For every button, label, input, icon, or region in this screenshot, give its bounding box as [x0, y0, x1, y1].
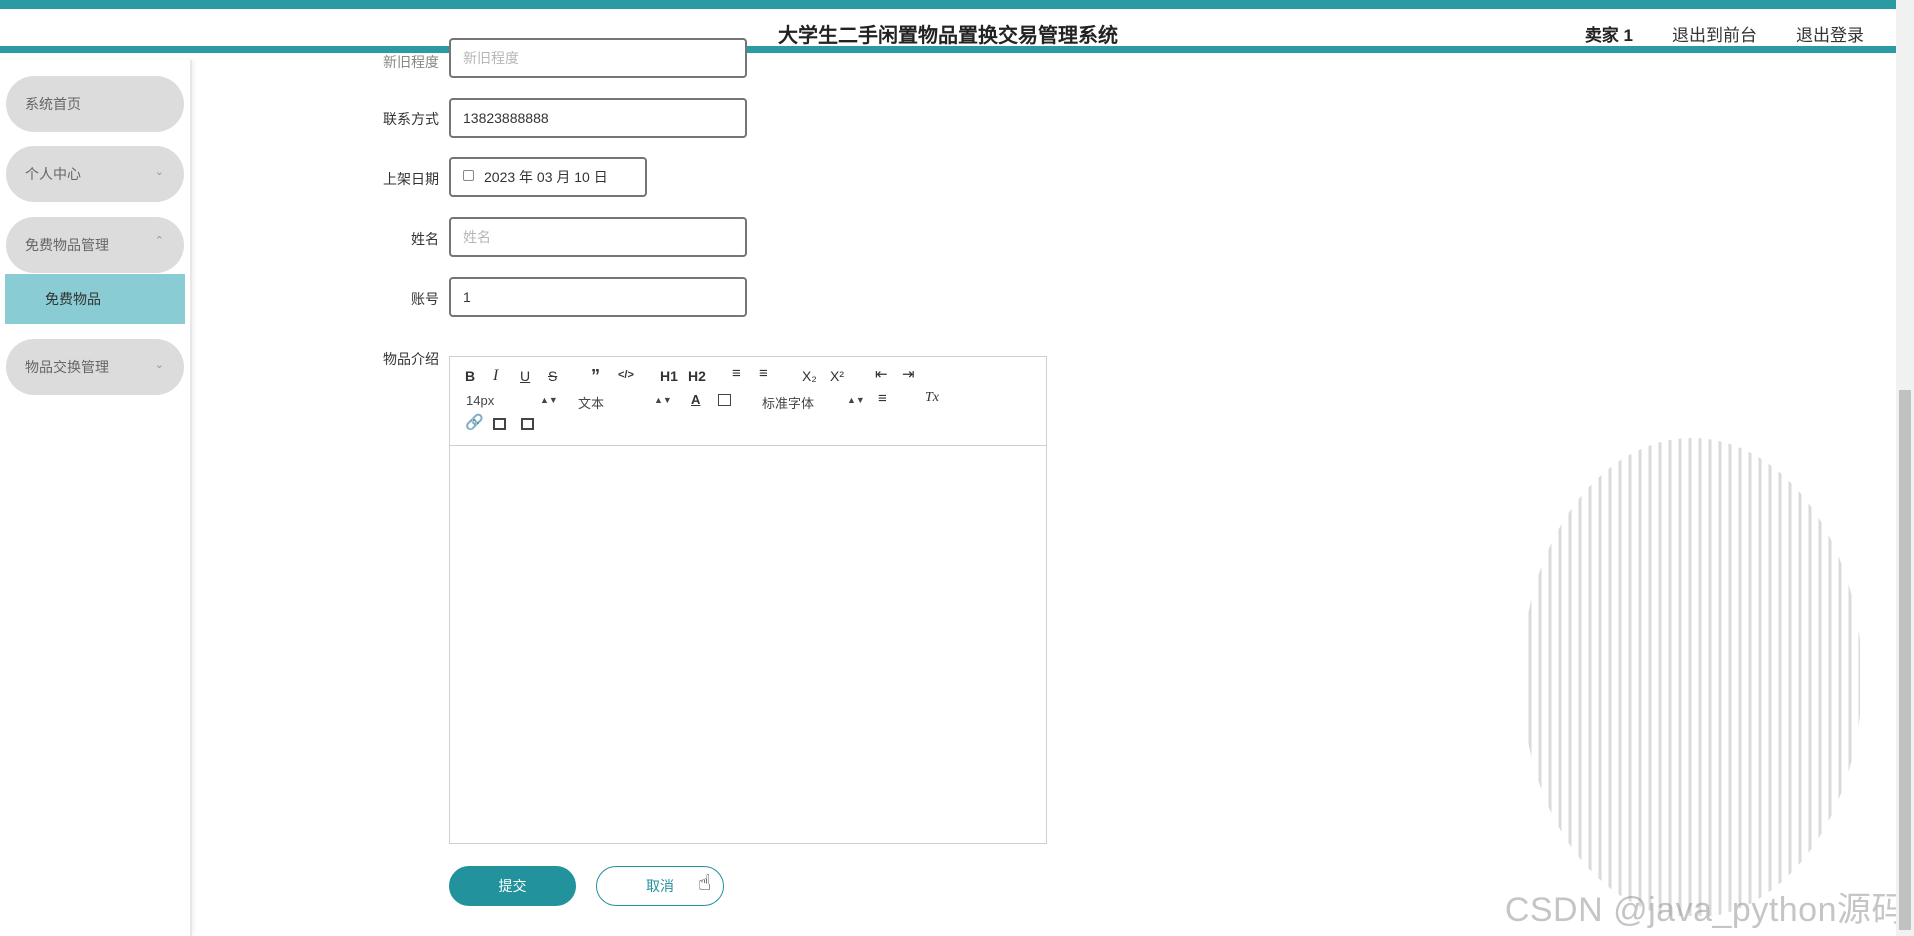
superscript-button[interactable]: X²	[830, 368, 844, 384]
editor-content-area[interactable]	[450, 446, 1046, 844]
outdent-icon[interactable]: ⇤	[875, 365, 888, 383]
sidebar-item-personal-center[interactable]: 个人中心 ⌄	[6, 146, 184, 202]
text-style-value: 文本	[578, 396, 605, 411]
watermark: CSDN @java_python源码	[1504, 891, 1906, 929]
submit-button[interactable]: 提交	[449, 866, 576, 906]
ordered-list-icon[interactable]: ≡	[732, 365, 741, 382]
editor-toolbar: B I U S ” </> H1 H2 ≡ ≡ X₂ X² ⇤ ⇥ 14px ▲…	[450, 357, 1046, 446]
strike-button[interactable]: S	[548, 368, 557, 384]
select-arrow-icon: ▲▼	[540, 395, 558, 405]
italic-button[interactable]: I	[493, 367, 498, 385]
name-input[interactable]: 姓名	[449, 217, 747, 257]
sidebar-item-exchange-management[interactable]: 物品交换管理 ⌄	[6, 339, 184, 395]
listing-date-value: 2023 年 03 月 10 日	[484, 169, 608, 185]
listing-date-input[interactable]: 2023 年 03 月 10 日	[449, 157, 647, 197]
link-icon[interactable]: 🔗	[465, 413, 484, 431]
code-block-button[interactable]: </>	[618, 369, 634, 381]
blockquote-button[interactable]: ”	[591, 366, 600, 387]
sidebar-item-label: 物品交换管理	[25, 359, 109, 375]
heading2-button[interactable]: H2	[688, 368, 706, 384]
image-icon[interactable]	[493, 418, 506, 430]
font-size-value: 14px	[466, 393, 495, 408]
listing-date-label: 上架日期	[383, 171, 439, 187]
sidebar-item-label: 免费物品管理	[25, 237, 109, 253]
font-color-icon[interactable]: A	[691, 392, 700, 407]
clear-format-button[interactable]: Tx	[925, 390, 939, 406]
header-overlap	[0, 0, 1896, 60]
select-arrow-icon: ▲▼	[847, 395, 865, 405]
sidebar-item-label: 个人中心	[25, 166, 81, 182]
chevron-down-icon: ⌄	[154, 359, 164, 371]
video-icon[interactable]	[521, 418, 534, 430]
sidebar-item-free-goods-management[interactable]: 免费物品管理 ⌃	[6, 217, 184, 273]
account-label: 账号	[411, 291, 439, 307]
description-editor: B I U S ” </> H1 H2 ≡ ≡ X₂ X² ⇤ ⇥ 14px ▲…	[449, 356, 1047, 844]
text-style-select[interactable]: 文本 ▲▼	[578, 393, 672, 412]
contact-input[interactable]: 13823888888	[449, 98, 747, 138]
bullet-list-icon[interactable]: ≡	[759, 365, 768, 382]
bold-button[interactable]: B	[465, 368, 475, 384]
font-family-value: 标准字体	[762, 396, 815, 411]
name-label: 姓名	[411, 231, 439, 247]
account-input[interactable]: 1	[449, 277, 747, 317]
sidebar-item-label: 免费物品	[45, 291, 101, 307]
font-size-select[interactable]: 14px ▲▼	[466, 393, 558, 408]
hand-cursor-icon: ☝	[698, 870, 712, 895]
scrollbar-thumb[interactable]	[1899, 390, 1911, 930]
background-color-icon[interactable]	[718, 394, 731, 406]
chevron-up-icon: ⌃	[154, 235, 164, 247]
select-arrow-icon: ▲▼	[654, 395, 672, 405]
align-icon[interactable]: ≡	[878, 390, 887, 407]
calendar-icon	[463, 169, 474, 181]
underline-button[interactable]: U	[520, 368, 530, 384]
subscript-button[interactable]: X₂	[802, 368, 817, 384]
sidebar-item-home[interactable]: 系统首页	[6, 76, 184, 132]
page-scrollbar[interactable]	[1896, 0, 1914, 936]
heading1-button[interactable]: H1	[660, 368, 678, 384]
description-label: 物品介绍	[383, 351, 439, 367]
sidebar: 系统首页 个人中心 ⌄ 免费物品管理 ⌃ 免费物品 物品交换管理 ⌄	[0, 60, 192, 936]
chevron-down-icon: ⌄	[154, 166, 164, 178]
contact-label: 联系方式	[383, 111, 439, 127]
sidebar-subitem-free-goods[interactable]: 免费物品	[5, 274, 185, 324]
decorative-stripes	[1528, 438, 1860, 916]
sidebar-item-label: 系统首页	[25, 96, 81, 112]
indent-icon[interactable]: ⇥	[902, 365, 915, 383]
font-family-select[interactable]: 标准字体 ▲▼	[762, 393, 865, 412]
